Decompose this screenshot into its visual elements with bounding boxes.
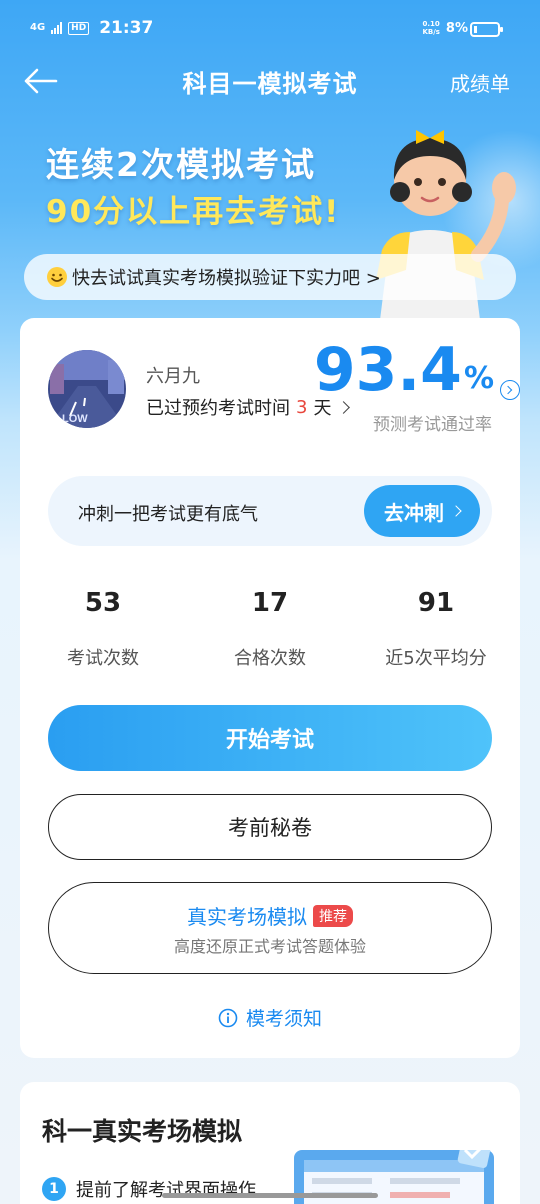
sprint-panel: 冲刺一把考试更有底气 去冲刺 [48,476,492,546]
nav-bar: 科目一模拟考试 成绩单 [0,60,540,104]
clock: 21:37 [99,18,154,38]
sprint-text: 冲刺一把考试更有底气 [78,504,258,525]
step-item: 1 提前了解考试界面操作 [42,1176,256,1202]
network-speed: 0.10 KB/s [422,20,439,36]
real-exam-promo-banner[interactable]: 快去试试真实考场模拟验证下实力吧 > [24,254,516,300]
exam-summary-card: LOW 六月九 已过预约考试时间 3 天 93.4 % 预测考试通过率 冲刺一把… [20,318,520,1058]
start-exam-button[interactable]: 开始考试 [48,705,492,771]
sprint-button[interactable]: 去冲刺 [364,485,480,537]
exam-notice-label: 模考须知 [245,1008,322,1030]
exam-days-count: 3 [296,396,308,418]
stat-value: 17 [251,588,289,618]
hero-subheadline: 90分以上再去考试! [46,194,341,230]
pass-rate-value: 93.4 [313,335,462,405]
score-report-link[interactable]: 成绩单 [450,68,510,97]
hd-badge: HD [68,21,90,35]
speed-value: 0.10 [422,20,440,28]
stat-label: 合格次数 [234,648,306,669]
smile-emoji-icon [47,267,67,287]
battery-percent: 8% [445,20,468,36]
info-icon [218,1008,238,1027]
real-exam-simulation-button[interactable]: 真实考场模拟 推荐 高度还原正式考试答题体验 [48,882,492,974]
stat-label: 考试次数 [67,648,139,669]
pass-rate-label: 预测考试通过率 [373,415,492,435]
step-number: 1 [42,1177,66,1201]
real-exam-intro-card: 科一真实考场模拟 1 提前了解考试界面操作 [20,1082,520,1204]
stat-label: 近5次平均分 [385,648,487,669]
svg-text:LOW: LOW [62,413,88,425]
exam-notice-link[interactable]: 模考须知 [20,1004,520,1031]
real-exam-subtitle: 高度还原正式考试答题体验 [173,937,366,956]
promo-banner-text: 快去试试真实考场模拟验证下实力吧 > [72,268,381,289]
user-name: 六月九 [146,366,200,387]
section-title: 科一真实考场模拟 [42,1117,243,1146]
speed-unit: KB/s [422,28,440,36]
network-indicator: 4G [30,22,46,33]
exam-info-prefix: 已过预约考试时间 [146,398,290,419]
real-exam-title: 真实考场模拟 [187,905,307,929]
stat-pass-count: 17 合格次数 [190,588,350,670]
hero-headline: 连续2次模拟考试 [46,145,316,184]
step-text: 提前了解考试界面操作 [76,1180,256,1201]
stat-value: 91 [417,588,455,618]
pre-exam-paper-button[interactable]: 考前秘卷 [48,794,492,860]
status-bar: 4G HD 21:37 0.10 KB/s 8% [0,0,540,60]
stat-avg-score: 91 近5次平均分 [356,588,516,670]
signal-icon [51,22,63,34]
stat-exam-count: 53 考试次数 [23,588,183,670]
battery-icon [470,22,503,37]
chevron-right-icon [450,505,462,517]
pass-rate-detail-icon[interactable] [500,380,520,400]
sprint-button-label: 去冲刺 [384,500,444,525]
pass-rate: 93.4 % [314,338,494,402]
home-indicator [162,1193,378,1198]
pass-rate-unit: % [463,361,494,396]
stat-value: 53 [84,588,122,618]
recommend-badge: 推荐 [313,904,353,927]
avatar[interactable]: LOW [48,350,126,428]
